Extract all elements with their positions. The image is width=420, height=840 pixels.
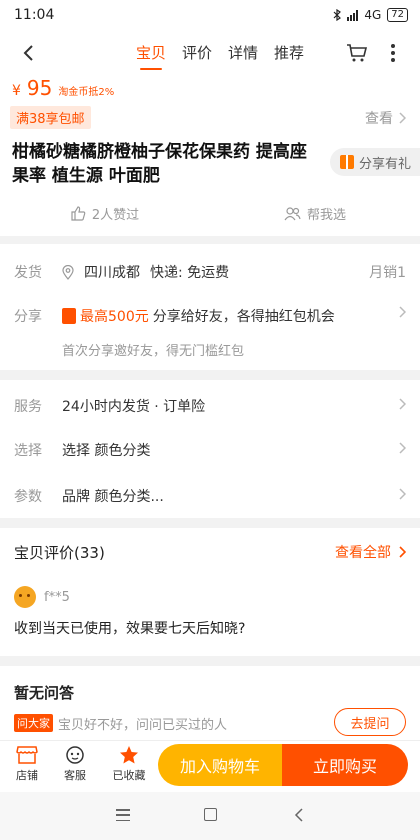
bluetooth-icon <box>333 9 342 21</box>
share-row[interactable]: 最高500元 分享给好友，各得抽红包机会 <box>62 306 335 326</box>
qa-section: 暂无问答 问大家 宝贝好不好，问问已买过的人 去提问 <box>0 666 420 740</box>
tab-reviews[interactable]: 评价 <box>182 30 212 76</box>
customer-service-button[interactable]: 客服 <box>52 745 98 783</box>
top-nav: 宝贝 评价 详情 推荐 <box>0 30 420 76</box>
star-icon <box>120 746 138 764</box>
product-title: 柑橘砂糖橘脐橙柚子保花保果药 提高座果率 植生源 叶面肥 <box>12 142 307 186</box>
share-gift-button[interactable]: 分享有礼 <box>330 148 420 176</box>
customer-service-icon <box>66 746 84 764</box>
share-label: 分享 <box>14 309 42 325</box>
help-choose-label: 帮我选 <box>306 208 346 223</box>
status-indicators: 4G 72 <box>333 8 408 22</box>
help-choose-button[interactable]: 帮我选 <box>210 204 420 223</box>
add-to-cart-button[interactable]: 加入购物车 <box>158 744 282 786</box>
share-subtext: 首次分享邀好友，得无门槛红包 <box>62 344 245 359</box>
status-time: 11:04 <box>14 7 55 23</box>
thumbs-up-icon <box>71 206 86 221</box>
like-row: 2人赞过 帮我选 <box>0 204 420 223</box>
location-pin-icon <box>62 264 74 280</box>
service-value: 24小时内发货 · 订单险 <box>62 399 206 415</box>
network-type: 4G <box>364 8 382 22</box>
system-nav-bar <box>0 792 420 840</box>
shipping-info: 四川成都 快递: 免运费 <box>62 262 229 282</box>
gift-icon <box>340 155 354 169</box>
product-summary: ¥ 95 淘金币抵2% 满38享包邮 查看 柑橘砂糖橘脐橙柚子保花保果药 提高座… <box>0 76 420 236</box>
params-label: 参数 <box>14 489 42 505</box>
chevron-right-icon <box>399 398 406 410</box>
qa-title: 暂无问答 <box>14 684 75 702</box>
shop-icon <box>16 746 38 764</box>
tab-recommend[interactable]: 推荐 <box>274 30 304 76</box>
red-packet-icon <box>62 308 76 324</box>
review-username: f**5 <box>44 589 70 605</box>
free-shipping-badge[interactable]: 满38享包邮 <box>10 106 91 129</box>
share-text: 分享给好友，各得抽红包机会 <box>152 309 335 325</box>
price-currency: ¥ <box>12 83 21 99</box>
chevron-right-icon <box>399 488 406 500</box>
reviews-title: 宝贝评价(33) <box>14 544 105 562</box>
menu-icon[interactable] <box>116 809 130 821</box>
promo-view-label: 查看 <box>365 111 393 127</box>
share-gift-label: 分享有礼 <box>359 156 412 172</box>
like-count: 2人赞过 <box>91 208 140 223</box>
people-icon <box>284 206 301 220</box>
more-menu-icon[interactable] <box>386 40 400 66</box>
review-text: 收到当天已使用，效果要七天后知晓? <box>14 621 246 637</box>
shipping-section: 发货 四川成都 快递: 免运费 月销1 分享 最高500元 分享给好友，各得抽红… <box>0 244 420 370</box>
price-row: ¥ 95 淘金币抵2% <box>12 76 114 100</box>
ask-everyone-badge: 问大家 <box>14 714 53 732</box>
tab-baobei[interactable]: 宝贝 <box>136 30 166 76</box>
favorited-label: 已收藏 <box>112 769 146 782</box>
price-note: 淘金币抵2% <box>58 87 115 98</box>
chevron-right-icon <box>399 306 406 318</box>
signal-icon <box>347 9 359 21</box>
share-max-amount: 最高500元 <box>80 309 149 325</box>
bottom-action-bar: 店铺 客服 已收藏 加入购物车 立即购买 <box>0 740 420 792</box>
qa-text: 宝贝好不好，问问已买过的人 <box>58 718 228 733</box>
review-author: f**5 <box>14 586 70 608</box>
back-button[interactable] <box>14 38 42 68</box>
params-value: 品牌 颜色分类... <box>62 489 164 505</box>
tab-details[interactable]: 详情 <box>228 30 258 76</box>
back-icon[interactable] <box>292 807 306 823</box>
service-label: 服务 <box>14 399 42 415</box>
view-all-label: 查看全部 <box>335 545 391 561</box>
chevron-right-icon <box>399 546 406 558</box>
select-value: 选择 颜色分类 <box>62 443 151 459</box>
view-all-reviews-link[interactable]: 查看全部 <box>335 542 406 562</box>
shop-button[interactable]: 店铺 <box>4 745 50 783</box>
promo-view-link[interactable]: 查看 <box>365 108 406 128</box>
buy-now-button[interactable]: 立即购买 <box>282 744 408 786</box>
favorite-button[interactable]: 已收藏 <box>106 745 152 783</box>
chevron-right-icon <box>399 112 406 124</box>
cart-icon[interactable] <box>346 42 368 64</box>
monthly-sales: 月销1 <box>369 265 406 281</box>
price-value: 95 <box>26 76 53 100</box>
chevron-right-icon <box>399 442 406 454</box>
service-label: 客服 <box>64 769 86 782</box>
service-section: 服务 24小时内发货 · 订单险 选择 选择 颜色分类 参数 品牌 颜色分类..… <box>0 380 420 518</box>
ask-question-button[interactable]: 去提问 <box>334 708 406 736</box>
avatar <box>14 586 36 608</box>
shipping-label: 发货 <box>14 265 42 281</box>
nav-tabs: 宝贝 评价 详情 推荐 <box>136 30 304 76</box>
back-arrow-icon <box>23 45 33 61</box>
reviews-section: 宝贝评价(33) 查看全部 f**5 收到当天已使用，效果要七天后知晓? <box>0 528 420 656</box>
select-label: 选择 <box>14 443 42 459</box>
shop-label: 店铺 <box>16 769 38 782</box>
ship-fee: 快递: 免运费 <box>150 265 230 281</box>
battery-icon: 72 <box>387 8 408 22</box>
status-bar: 11:04 4G 72 <box>0 0 420 30</box>
ship-location: 四川成都 <box>84 265 140 281</box>
home-icon[interactable] <box>204 808 217 821</box>
like-button[interactable]: 2人赞过 <box>0 204 210 223</box>
